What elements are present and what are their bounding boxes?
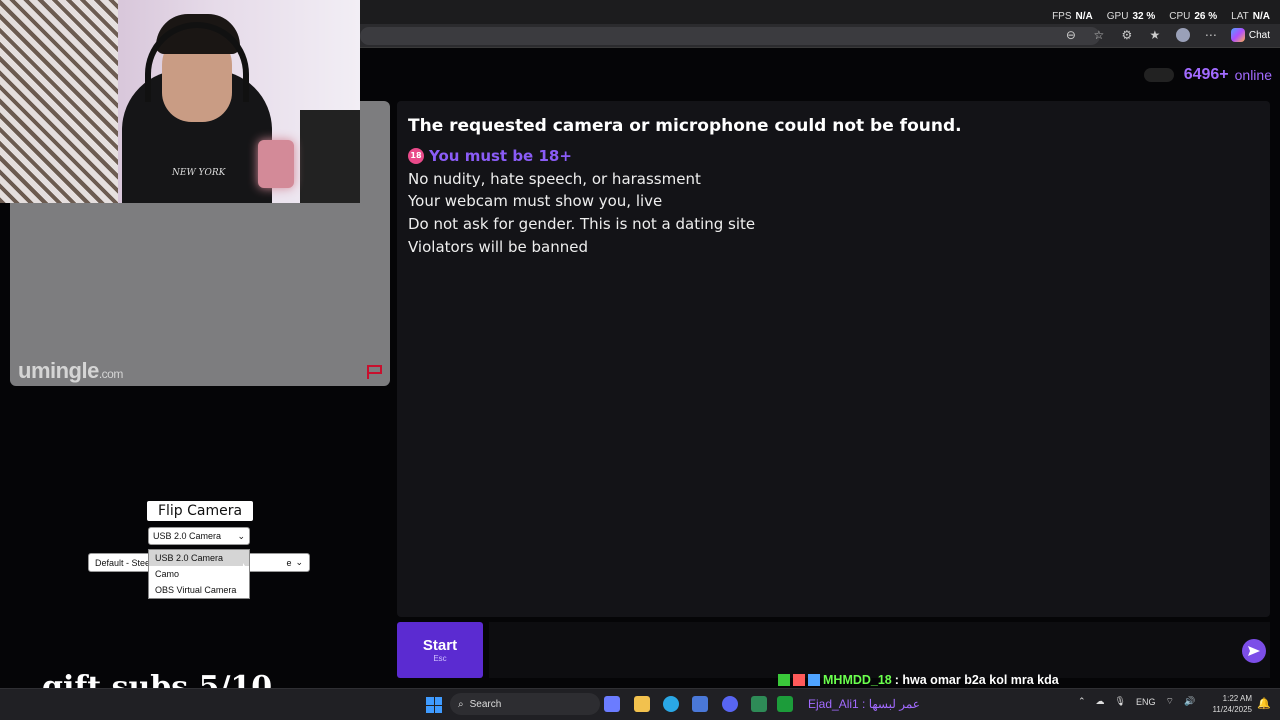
stream-chat-message: MHMDD_18 : hwa omar b2a kol mra kda [778,673,1059,687]
send-icon [1248,646,1260,656]
chat-username: MHMDD_18 [823,673,892,687]
rules-list: 18 You must be 18+ No nudity, hate speec… [408,145,755,259]
speaker-icon[interactable]: 🔊 [1184,696,1195,707]
send-button[interactable] [1242,639,1266,663]
language-indicator[interactable]: ENG [1136,697,1156,707]
stat-fps: FPS N/A [1052,11,1093,22]
copilot-app-icon[interactable] [604,696,620,712]
more-menu-icon[interactable]: ⋯ [1203,27,1219,43]
stat-gpu: GPU 32 % [1106,11,1156,22]
rule-item: Violators will be banned [408,237,588,256]
taskbar-search[interactable]: ⌕ Search [450,693,600,715]
performance-overlay: FPS N/A GPU 32 % CPU 26 % LAT N/A [1052,11,1270,22]
system-tray: ⌃ ☁ 🎙 ENG ⌔ 🔊 [1078,696,1195,707]
camera-option[interactable]: Camo [149,566,249,582]
stat-lat: LAT N/A [1231,11,1270,22]
chevron-down-icon: ⌄ [295,557,303,567]
notification-bell-icon[interactable]: 🔔 [1257,697,1271,711]
file-explorer-icon[interactable] [634,696,650,712]
address-bar[interactable] [360,27,1100,45]
favorites-icon[interactable]: ★ [1147,27,1163,43]
copilot-icon [1230,28,1245,42]
shirt-print: NEW YORK [172,168,226,178]
search-icon: ⌕ [458,698,464,710]
camera-dropdown-list: USB 2.0 Camera Camo OBS Virtual Camera [148,549,250,599]
online-label: online [1234,67,1272,83]
app-icon[interactable] [751,696,767,712]
umingle-logo: umingle.com [18,358,123,383]
streamer-webcam-overlay: NEW YORK [0,0,360,203]
badge-icon [808,674,820,686]
edge-browser-icon[interactable] [663,696,679,712]
badge-icon [778,674,790,686]
star-icon[interactable]: ☆ [1091,27,1107,43]
kick-icon[interactable] [777,696,793,712]
window-grille [0,0,118,203]
camera-option[interactable]: OBS Virtual Camera [149,582,249,598]
camera-select[interactable]: USB 2.0 Camera ⌄ [148,527,250,545]
chevron-up-icon[interactable]: ⌃ [1078,696,1086,707]
extensions-icon[interactable]: ⚙ [1119,27,1135,43]
rule-item: No nudity, hate speech, or harassment [408,169,701,188]
chat-text: : hwa omar b2a kol mra kda [894,673,1059,687]
network-icon[interactable]: ☁ [1096,696,1105,707]
profile-avatar[interactable] [1175,27,1191,43]
online-count: 6496+ [1183,66,1229,83]
rule-age: 18 You must be 18+ [408,145,755,168]
discord-icon[interactable] [722,696,738,712]
age-18-icon: 18 [408,148,424,165]
start-button[interactable]: Start Esc [397,622,483,678]
camera-option[interactable]: USB 2.0 Camera [149,550,249,566]
flip-camera-button[interactable]: Flip Camera [147,501,253,521]
report-flag-icon[interactable] [366,364,384,380]
microphone-light [258,140,294,188]
rule-item: Your webcam must show you, live [408,192,663,211]
chevron-down-icon: ⌄ [237,530,245,541]
store-icon[interactable] [692,696,708,712]
microphone-icon[interactable]: 🎙 [1115,696,1126,707]
camera-error-message: The requested camera or microphone could… [408,116,962,136]
badge-icon [793,674,805,686]
zoom-icon[interactable]: ⊖ [1063,27,1079,43]
clock[interactable]: 1:22 AM 11/24/2025 [1204,693,1252,715]
copilot-chat-button[interactable]: Chat [1230,28,1270,42]
browser-toolbar-icons: ⊖ ☆ ⚙ ★ ⋯ Chat [1063,27,1270,43]
wifi-icon[interactable]: ⌔ [1166,696,1174,707]
mouse-cursor-icon [243,563,247,575]
message-input[interactable] [489,622,1270,678]
theme-toggle[interactable] [1143,68,1174,82]
taskbar-chat-overlay: Ejad_Ali1 : عمر لبسها [808,697,920,711]
rule-item: Do not ask for gender. This is not a dat… [408,215,756,234]
windows-start-icon[interactable] [426,697,442,713]
online-counter: 6496+ online [1143,66,1272,84]
stat-cpu: CPU 26 % [1169,11,1218,22]
